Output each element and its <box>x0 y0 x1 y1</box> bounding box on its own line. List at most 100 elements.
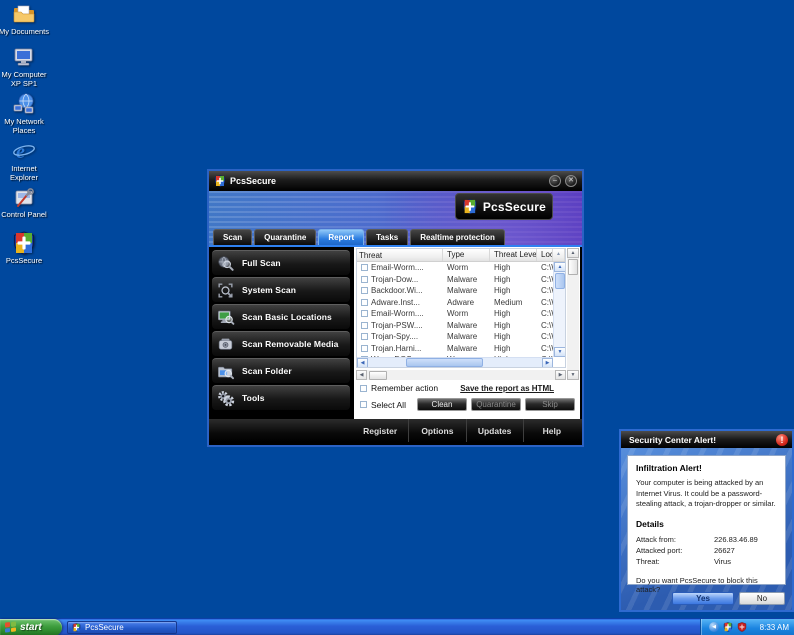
scroll-down-icon[interactable]: ▼ <box>554 347 566 357</box>
start-button[interactable]: start <box>0 619 62 635</box>
scrollbar-thumb[interactable] <box>568 259 578 275</box>
tray-collapse-icon[interactable]: ◀ <box>709 622 719 632</box>
desktop-icon-control-panel[interactable]: Control Panel <box>0 185 52 219</box>
column-header-type[interactable]: Type <box>443 249 490 261</box>
options-button[interactable]: Options <box>408 419 465 442</box>
no-button[interactable]: No <box>739 592 785 605</box>
detail-value: 226.83.46.89 <box>714 534 758 545</box>
taskbar-button-pcssecure[interactable]: PcsSecure <box>67 621 177 634</box>
checkbox-icon[interactable] <box>360 401 367 408</box>
table-row[interactable]: Trojan-Spy.... Malware High C:\WIND <box>357 331 565 343</box>
scroll-right-icon[interactable]: ▶ <box>555 370 566 380</box>
panel-vertical-scrollbar[interactable]: ▲ ▼ <box>567 248 579 380</box>
scrollbar-thumb[interactable] <box>369 371 387 380</box>
desktop-icon-my-documents[interactable]: My Documents <box>0 2 52 36</box>
alert-titlebar: Security Center Alert! ! <box>621 431 792 448</box>
table-vertical-scrollbar[interactable]: ▲ ▼ <box>553 262 565 357</box>
scroll-up-icon[interactable]: ▲ <box>567 248 579 258</box>
scroll-left-icon[interactable]: ◀ <box>357 358 368 368</box>
desktop-icon-label: PcsSecure <box>0 256 52 265</box>
row-checkbox[interactable] <box>361 345 368 352</box>
sidebar-item-full-scan[interactable]: Full Scan <box>212 250 350 275</box>
skip-button[interactable]: Skip <box>525 398 575 411</box>
row-checkbox[interactable] <box>361 276 368 283</box>
select-all-checkbox[interactable]: Select All <box>360 400 406 410</box>
scroll-down-icon[interactable]: ▼ <box>567 370 579 380</box>
pcssecure-window: PcsSecure – ✕ PcsSecure Scan Quarantine … <box>207 169 584 447</box>
threat-name: Trojan.Harni... <box>371 344 421 353</box>
desktop-icon-label: InternetExplorer <box>0 164 52 183</box>
scroll-left-icon[interactable]: ◀ <box>356 370 367 380</box>
table-row[interactable]: Email-Worm.... Worm High C:\WIND <box>357 262 565 274</box>
desktop-icon-my-computer[interactable]: My ComputerXP SP1 <box>0 45 52 89</box>
tab-realtime-protection[interactable]: Realtime protection <box>410 229 505 245</box>
brand-logo: PcsSecure <box>455 193 553 220</box>
desktop-icon-label: My Documents <box>0 27 52 36</box>
row-checkbox[interactable] <box>361 299 368 306</box>
task-button-label: PcsSecure <box>85 623 124 632</box>
row-checkbox[interactable] <box>361 264 368 271</box>
quarantine-button[interactable]: Quarantine <box>471 398 521 411</box>
minimize-button[interactable]: – <box>549 175 561 187</box>
security-alert-tray-icon[interactable] <box>737 622 747 632</box>
table-row[interactable]: Trojan-PSW.... Malware High C:\WIND <box>357 320 565 332</box>
alert-detail-row: Attacked port: 26627 <box>636 545 777 556</box>
row-checkbox[interactable] <box>361 287 368 294</box>
sidebar-item-scan-basic-locations[interactable]: Scan Basic Locations <box>212 304 350 329</box>
help-button[interactable]: Help <box>523 419 580 442</box>
table-row[interactable]: Adware.Inst... Adware Medium C:\WIND <box>357 297 565 309</box>
tab-bar: Scan Quarantine Report Tasks Realtime pr… <box>213 229 505 245</box>
window-title: PcsSecure <box>230 176 545 186</box>
updates-button[interactable]: Updates <box>466 419 523 442</box>
clean-button[interactable]: Clean <box>417 398 467 411</box>
column-header-threat-level[interactable]: Threat Level <box>490 249 537 261</box>
sidebar-item-label: Scan Folder <box>242 366 292 376</box>
scroll-right-icon[interactable]: ▶ <box>542 358 553 368</box>
row-checkbox[interactable] <box>361 333 368 340</box>
panel-horizontal-scrollbar[interactable]: ◀ ▶ <box>356 370 566 380</box>
register-button[interactable]: Register <box>352 419 408 442</box>
detail-label: Attacked port: <box>636 545 714 556</box>
alert-heading: Infiltration Alert! <box>636 463 777 473</box>
row-checkbox[interactable] <box>361 310 368 317</box>
table-row[interactable]: Trojan.Harni... Malware High C:\WIND <box>357 343 565 355</box>
tab-quarantine[interactable]: Quarantine <box>254 229 316 245</box>
checkbox-icon[interactable] <box>360 385 367 392</box>
table-row[interactable]: Email-Worm.... Worm High C:\WIND <box>357 308 565 320</box>
desktop-icon-internet-explorer[interactable]: InternetExplorer <box>0 139 52 183</box>
sidebar-item-scan-folder[interactable]: Scan Folder <box>212 358 350 383</box>
sidebar-item-scan-removable-media[interactable]: Scan Removable Media <box>212 331 350 356</box>
scan-folder-icon <box>216 362 235 381</box>
window-banner: PcsSecure Scan Quarantine Report Tasks R… <box>209 191 582 245</box>
scroll-up-icon[interactable]: ▲ <box>554 262 566 272</box>
threat-level: High <box>490 263 537 272</box>
save-report-link[interactable]: Save the report as HTML <box>460 384 554 393</box>
column-header-location[interactable]: Location <box>537 249 553 261</box>
table-horizontal-scrollbar[interactable]: ◀ ▶ <box>357 357 553 367</box>
tab-report[interactable]: Report <box>318 229 364 245</box>
desktop-icon-label: My ComputerXP SP1 <box>0 70 52 89</box>
table-row[interactable]: Trojan-Dow... Malware High C:\WIND <box>357 274 565 286</box>
column-header-threat[interactable]: Threat <box>357 249 443 261</box>
threat-type: Malware <box>443 321 490 330</box>
remember-action-checkbox[interactable]: Remember action <box>360 383 438 393</box>
pcssecure-tray-icon[interactable] <box>723 622 733 632</box>
yes-button[interactable]: Yes <box>672 592 734 605</box>
window-shield-icon <box>214 175 226 187</box>
tab-scan[interactable]: Scan <box>213 229 252 245</box>
scrollbar-thumb[interactable] <box>555 273 565 289</box>
security-alert-popup: Security Center Alert! ! Infiltration Al… <box>619 429 794 612</box>
sidebar-item-tools[interactable]: Tools <box>212 385 350 410</box>
sort-indicator-icon[interactable]: ▲ <box>553 249 565 261</box>
close-button[interactable]: ✕ <box>565 175 577 187</box>
tab-tasks[interactable]: Tasks <box>366 229 408 245</box>
table-row[interactable]: Backdoor.Wi... Malware High C:\WIND <box>357 285 565 297</box>
threat-level: High <box>490 286 537 295</box>
desktop-icon-my-network-places[interactable]: My NetworkPlaces <box>0 92 52 136</box>
desktop-icon-pcssecure[interactable]: PcsSecure <box>0 231 52 265</box>
sidebar-item-system-scan[interactable]: System Scan <box>212 277 350 302</box>
alert-detail-row: Threat: Virus <box>636 556 777 567</box>
desktop-icon-label: My NetworkPlaces <box>0 117 52 136</box>
row-checkbox[interactable] <box>361 322 368 329</box>
scrollbar-thumb[interactable] <box>406 358 483 367</box>
